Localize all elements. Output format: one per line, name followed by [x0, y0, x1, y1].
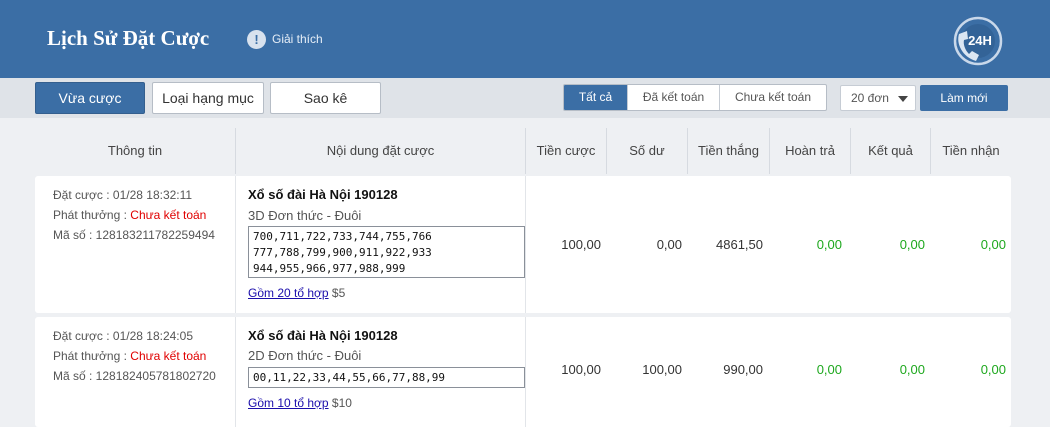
balance-value: 100,00 [642, 362, 682, 377]
win-value: 990,00 [723, 362, 763, 377]
bet-id: Mã số : 128183211782259494 [53, 228, 215, 242]
win-value: 4861,50 [716, 237, 763, 252]
refresh-button[interactable]: Làm mới [920, 85, 1008, 111]
combo-summary: Gồm 20 tổ hợp $5 [248, 286, 345, 300]
lottery-name: Xổ số đài Hà Nội 190128 [248, 187, 398, 202]
result-value: 0,00 [899, 362, 925, 377]
combo-summary: Gồm 10 tổ hợp $10 [248, 396, 352, 410]
stake-value: 100,00 [561, 237, 601, 252]
status-badge: Chưa kết toán [130, 208, 207, 222]
bet-time: Đặt cược : 01/28 18:24:05 [53, 329, 193, 343]
column-divider [235, 317, 236, 427]
bet-numbers-box: 700,711,722,733,744,755,766 777,788,799,9… [248, 226, 525, 278]
bet-id: Mã số : 128182405781802720 [53, 369, 216, 383]
dropdown-arrow-icon [898, 96, 908, 102]
status-badge: Chưa kết toán [130, 349, 207, 363]
col-content: Nội dung đặt cược [235, 128, 525, 174]
bet-numbers-box: 00,11,22,33,44,55,66,77,88,99 [248, 367, 525, 388]
result-value: 0,00 [899, 237, 925, 252]
col-balance: Số dư [606, 128, 687, 174]
col-refund: Hoàn trả [769, 128, 850, 174]
filter-all[interactable]: Tất cả [564, 85, 627, 110]
column-divider [235, 176, 236, 313]
payout-label: Phát thưởng : [53, 208, 131, 222]
bet-numbers-line: 944,955,966,977,988,999 [253, 262, 406, 275]
bet-numbers-line: 700,711,722,733,744,755,766 [253, 230, 432, 243]
page-header: Lịch Sử Đặt Cược ! Giải thích 24H [0, 0, 1050, 78]
bet-numbers-line: 00,11,22,33,44,55,66,77,88,99 [253, 371, 446, 384]
received-value: 0,00 [980, 362, 1006, 377]
bet-numbers-line: 777,788,799,900,911,922,933 [253, 246, 432, 259]
combo-link[interactable]: Gồm 20 tổ hợp [248, 286, 329, 300]
tab-category[interactable]: Loại hạng mục [152, 82, 264, 114]
hotline-24h-icon[interactable]: 24H [950, 13, 1006, 69]
table-header: Thông tin Nội dung đặt cược Tiền cược Số… [35, 128, 1011, 174]
col-result: Kết quả [850, 128, 930, 174]
lottery-name: Xổ số đài Hà Nội 190128 [248, 328, 398, 343]
page-size-value: 20 đơn [851, 91, 889, 105]
balance-value: 0,00 [656, 237, 682, 252]
bet-type: 2D Đơn thức - Đuôi [248, 348, 362, 363]
hotline-label: 24H [968, 33, 992, 48]
page-title: Lịch Sử Đặt Cược [47, 26, 210, 50]
tab-recent-bets[interactable]: Vừa cược [35, 82, 145, 114]
payout-status-line: Phát thưởng : Chưa kết toán [53, 208, 206, 222]
combo-amount: $5 [328, 286, 346, 300]
bet-type: 3D Đơn thức - Đuôi [248, 208, 362, 223]
bet-time: Đặt cược : 01/28 18:32:11 [53, 188, 193, 202]
payout-status-line: Phát thưởng : Chưa kết toán [53, 349, 206, 363]
filter-settled[interactable]: Đã kết toán [627, 85, 719, 110]
payout-label: Phát thưởng : [53, 349, 131, 363]
refund-value: 0,00 [816, 237, 842, 252]
combo-amount: $10 [328, 396, 352, 410]
received-value: 0,00 [980, 237, 1006, 252]
table-row: Đặt cược : 01/28 18:24:05 Phát thưởng : … [35, 317, 1011, 427]
page-size-select[interactable]: 20 đơn [840, 85, 916, 111]
col-stake: Tiền cược [525, 128, 606, 174]
combo-link[interactable]: Gồm 10 tổ hợp [248, 396, 329, 410]
tab-statement[interactable]: Sao kê [270, 82, 381, 114]
settlement-filter: Tất cả Đã kết toán Chưa kết toán [563, 84, 827, 111]
col-received: Tiền nhận [930, 128, 1011, 174]
help-link[interactable]: Giải thích [272, 32, 323, 46]
stake-value: 100,00 [561, 362, 601, 377]
col-win: Tiền thắng [687, 128, 769, 174]
info-icon[interactable]: ! [247, 30, 266, 49]
table-row: Đặt cược : 01/28 18:32:11 Phát thưởng : … [35, 176, 1011, 313]
filter-unsettled[interactable]: Chưa kết toán [719, 85, 826, 110]
toolbar: Vừa cược Loại hạng mục Sao kê Tất cả Đã … [0, 78, 1050, 118]
col-info: Thông tin [107, 143, 163, 158]
refund-value: 0,00 [816, 362, 842, 377]
